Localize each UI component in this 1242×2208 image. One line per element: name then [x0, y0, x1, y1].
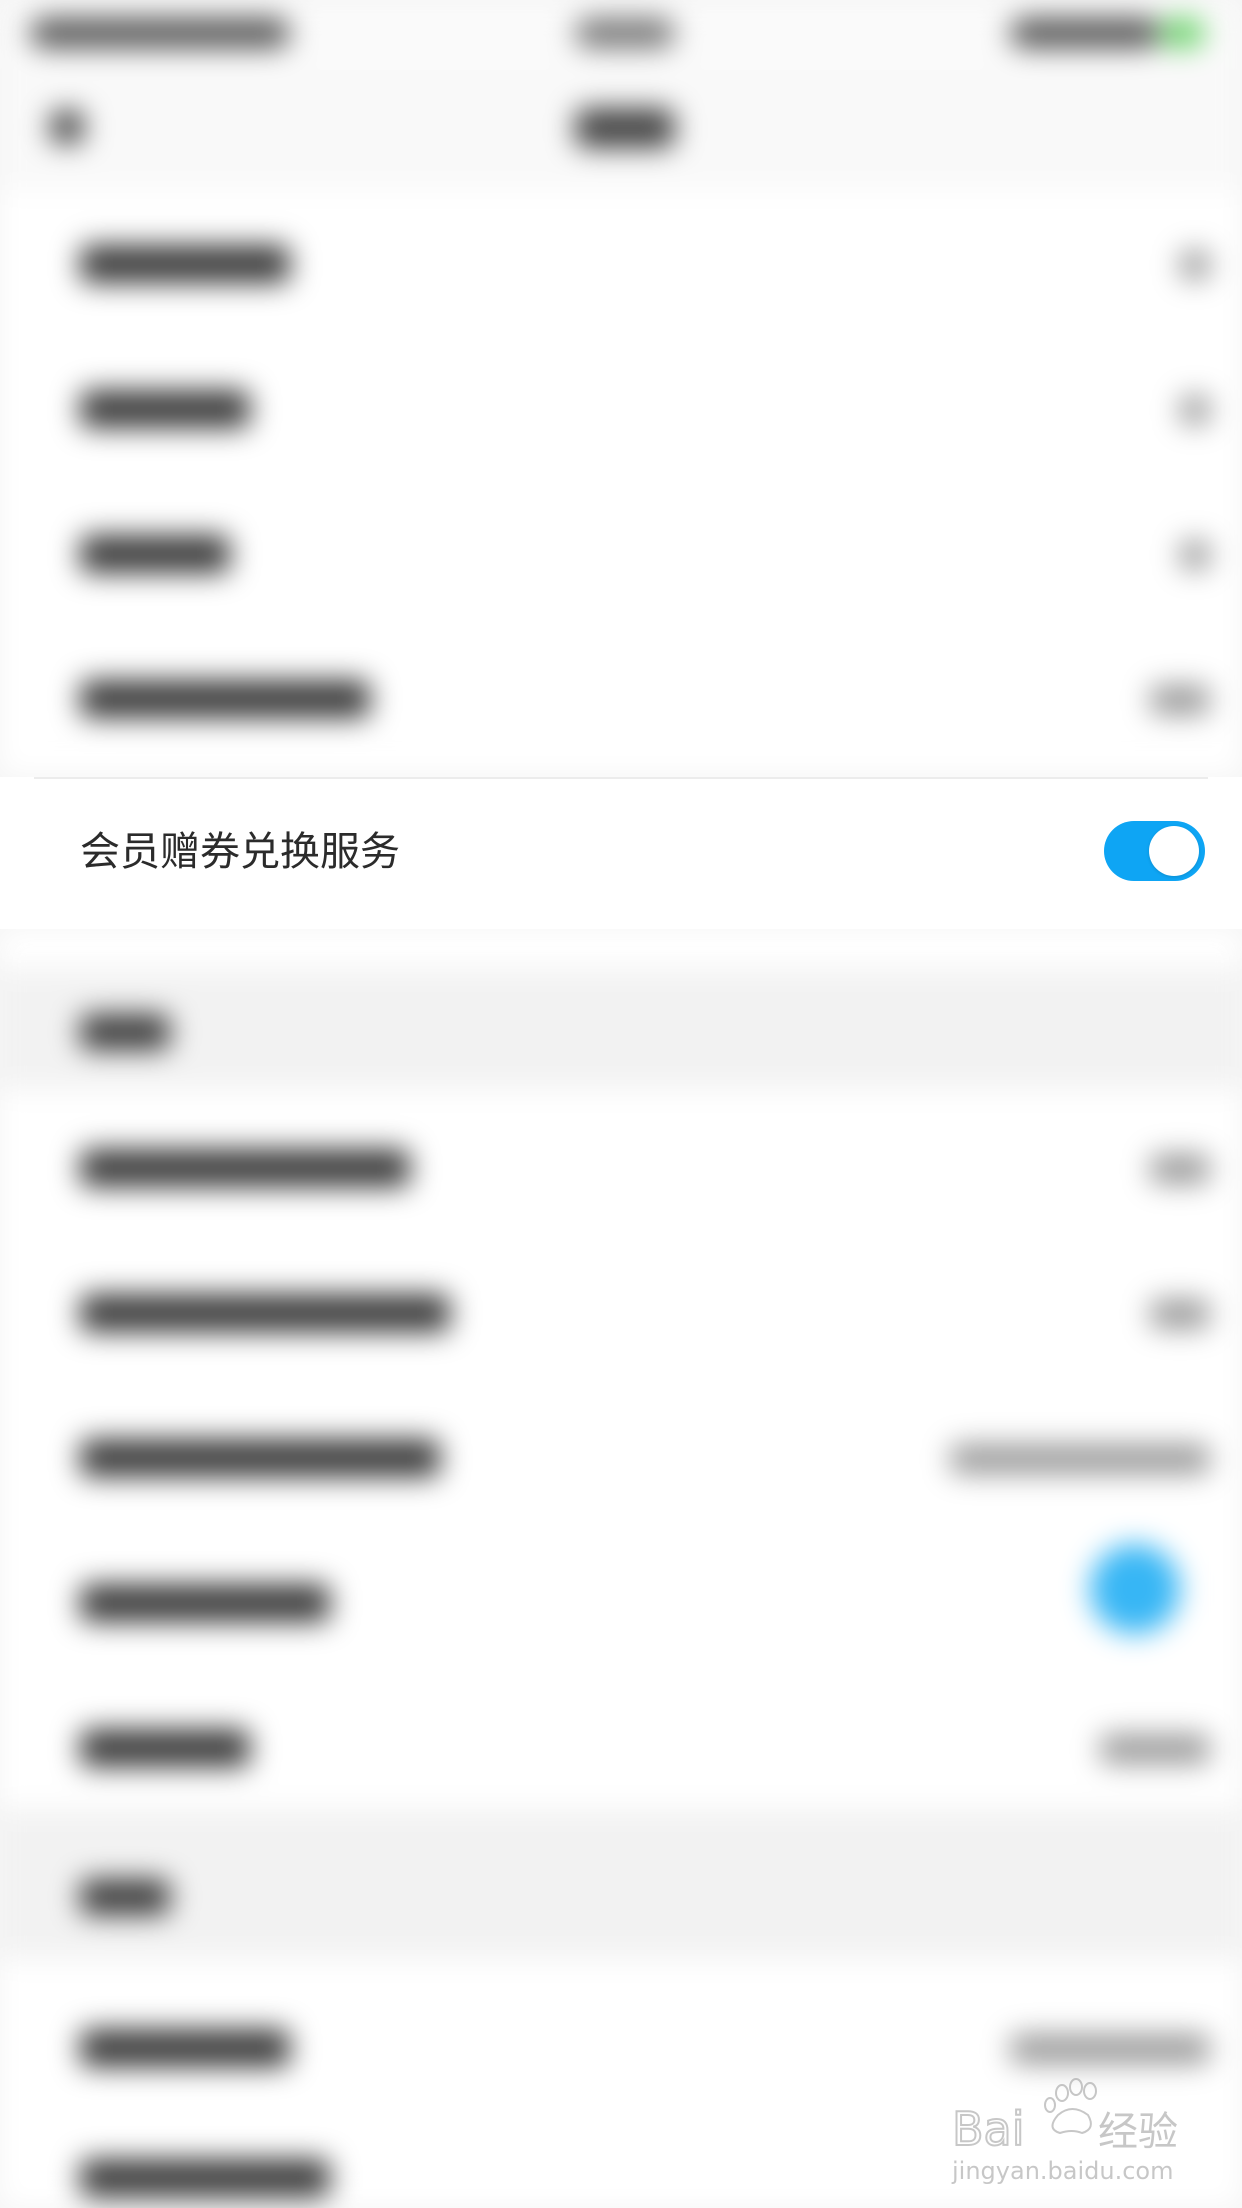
settings-screen: 会员赠券兑换服务 Bai 经验 jingyan.baidu.com: [0, 0, 1242, 2208]
member-coupon-exchange-toggle[interactable]: [1104, 821, 1205, 881]
member-coupon-exchange-row[interactable]: 会员赠券兑换服务: [0, 777, 1242, 929]
svg-text:Bai: Bai: [952, 2102, 1025, 2156]
baidu-jingyan-watermark-logo: Bai 经验 jingyan.baidu.com: [951, 2078, 1178, 2185]
row-divider: [34, 777, 1208, 779]
settings-group-2: [0, 1089, 1242, 1809]
navigation-bar: [0, 70, 1242, 192]
member-coupon-exchange-label: 会员赠券兑换服务: [80, 829, 400, 875]
settings-group-1: [0, 190, 1242, 775]
svg-text:经验: 经验: [1098, 2109, 1178, 2155]
section-header-2: [0, 1809, 1242, 1959]
svg-text:jingyan.baidu.com: jingyan.baidu.com: [951, 2157, 1173, 2185]
status-bar: [0, 0, 1242, 70]
blurred-background: [0, 0, 1242, 2208]
toggle-knob: [1149, 826, 1199, 876]
section-header-1: [0, 969, 1242, 1089]
